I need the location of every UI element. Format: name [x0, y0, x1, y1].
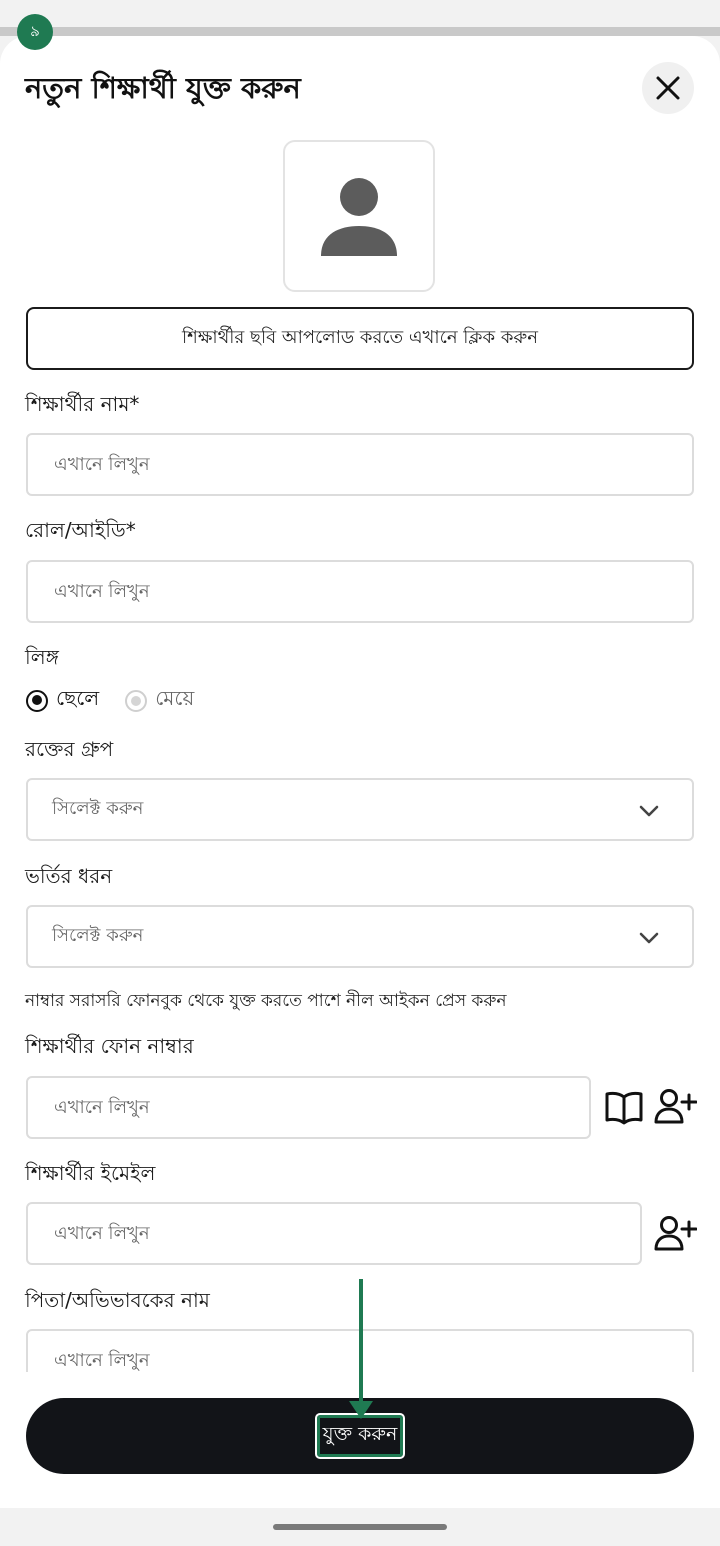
gender-radio-group: ছেলে মেয়ে	[26, 684, 220, 717]
person-icon	[321, 178, 397, 256]
page-title: নতুন শিক্ষার্থী যুক্ত করুন	[25, 71, 301, 105]
phone-input[interactable]	[52, 1096, 589, 1119]
person-add-icon	[654, 1216, 697, 1251]
add-student-sheet: নতুন শিক্ষার্থী যুক্ত করুন শিক্ষার্থীর ছ…	[0, 36, 720, 1508]
chevron-down-icon	[639, 932, 659, 944]
backdrop-edge	[0, 27, 720, 36]
close-button[interactable]	[642, 62, 694, 114]
blood-group-value: সিলেক্ট করুন	[52, 798, 144, 819]
email-input[interactable]	[52, 1222, 640, 1245]
admission-type-select[interactable]: সিলেক্ট করুন	[26, 905, 694, 968]
email-field[interactable]	[26, 1202, 642, 1265]
step-badge: ৯	[17, 14, 53, 50]
upload-photo-button[interactable]: শিক্ষার্থীর ছবি আপলোড করতে এখানে ক্লিক ক…	[26, 307, 694, 370]
phonebook-hint: নাম্বার সরাসরি ফোনবুক থেকে যুক্ত করতে পা…	[25, 991, 507, 1011]
gender-option-label: মেয়ে	[155, 686, 195, 710]
email-label: শিক্ষার্থীর ইমেইল	[25, 1161, 156, 1185]
name-field[interactable]	[26, 433, 694, 496]
book-icon	[605, 1091, 643, 1125]
blood-group-label: রক্তের গ্রুপ	[25, 737, 114, 761]
roll-label: রোল/আইডি*	[25, 518, 136, 542]
admission-type-value: সিলেক্ট করুন	[52, 925, 144, 946]
add-contact-email-button[interactable]	[652, 1213, 698, 1255]
chevron-down-icon	[639, 805, 659, 817]
gender-option-label: ছেলে	[56, 686, 100, 710]
gender-option-male[interactable]: ছেলে	[26, 684, 99, 717]
radio-disabled-icon	[125, 689, 148, 712]
add-contact-phone-button[interactable]	[652, 1086, 698, 1128]
blood-group-select[interactable]: সিলেক্ট করুন	[26, 778, 694, 841]
admission-type-label: ভর্তির ধরন	[25, 864, 113, 888]
phone-label: শিক্ষার্থীর ফোন নাম্বার	[25, 1034, 194, 1058]
tutorial-arrow-icon	[349, 1279, 373, 1419]
gender-option-female[interactable]: মেয়ে	[125, 684, 194, 717]
home-indicator[interactable]	[273, 1524, 447, 1530]
radio-selected-icon	[26, 689, 48, 712]
roll-input[interactable]	[52, 580, 692, 603]
phonebook-button[interactable]	[602, 1088, 646, 1128]
name-input[interactable]	[52, 453, 692, 476]
person-add-icon	[654, 1089, 697, 1124]
close-icon	[656, 76, 680, 100]
submit-label: যুক্ত করুন	[314, 1413, 406, 1459]
gender-label: লিঙ্গ	[25, 645, 59, 669]
name-label: শিক্ষার্থীর নাম*	[25, 392, 140, 416]
system-nav-bar	[0, 1508, 720, 1546]
roll-field[interactable]	[26, 560, 694, 623]
guardian-input[interactable]	[52, 1349, 692, 1372]
guardian-label: পিতা/অভিভাবকের নাম	[25, 1288, 210, 1312]
avatar-preview[interactable]	[283, 140, 435, 292]
phone-field[interactable]	[26, 1076, 591, 1139]
